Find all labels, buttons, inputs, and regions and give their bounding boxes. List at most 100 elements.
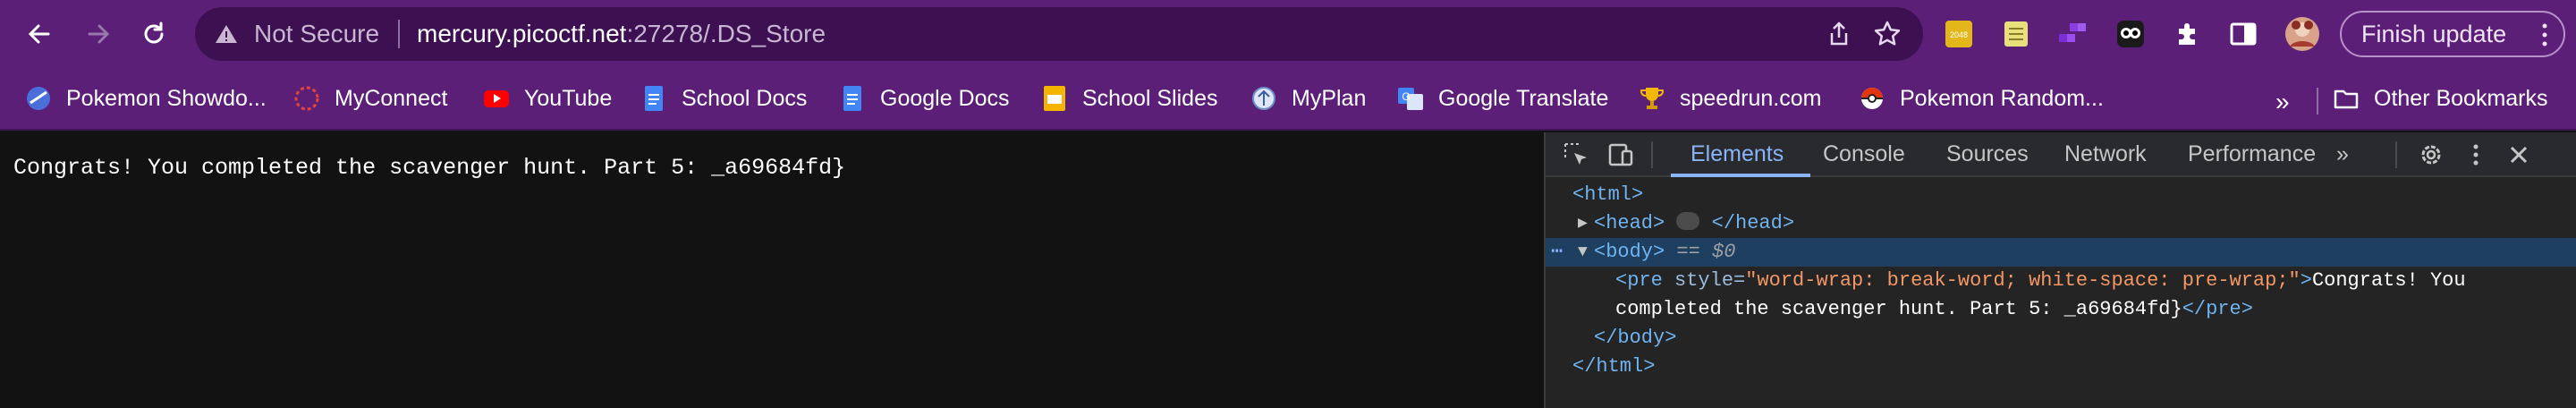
dom-node-head[interactable]: ▶ <head> </head> [1546, 209, 2576, 238]
devtools-tab-divider [2395, 141, 2397, 168]
bookmark-label: Pokemon Showdo... [66, 85, 267, 111]
head-node-line: <head> </head> [1594, 209, 1794, 238]
arrow-left-icon [28, 24, 50, 44]
avatar[interactable] [2284, 16, 2320, 52]
close-icon[interactable] [2504, 140, 2533, 169]
body-open-tag: <body> [1594, 241, 1665, 263]
bookmark-label: speedrun.com [1680, 85, 1822, 111]
bookmark-pokemon-random[interactable]: Pokemon Random... [1859, 82, 2104, 115]
dom-node-html-close[interactable]: </html> [1546, 353, 2576, 381]
myplan-icon [1252, 87, 1275, 110]
bookmark-label: YouTube [524, 85, 613, 111]
extension-owl-icon[interactable] [2116, 20, 2145, 48]
attr-equals: = [1733, 269, 1746, 292]
page-content: Congrats! You completed the scavenger hu… [0, 132, 1544, 408]
bookmark-school-docs[interactable]: School Docs [640, 82, 807, 115]
pre-open-tag: <pre [1615, 269, 1663, 292]
bookmark-school-slides[interactable]: School Slides [1041, 82, 1217, 115]
dom-node-pre-continued[interactable]: completed the scavenger hunt. Part 5: _a… [1546, 295, 2576, 324]
finish-update-label: Finish update [2361, 20, 2507, 47]
url-host: mercury.picoctf.net [417, 20, 627, 47]
extension-2048-icon[interactable]: 2048 [1945, 20, 1973, 48]
html-close-tag: </html> [1572, 355, 1656, 378]
dom-node-body-close[interactable]: </body> [1546, 324, 2576, 353]
extension-notes-icon[interactable] [2002, 20, 2030, 48]
dom-node-html[interactable]: <html> [1546, 181, 2576, 209]
bookmark-label: Google Docs [880, 85, 1010, 111]
collapse-triangle-icon[interactable]: ▼ [1578, 238, 1588, 267]
bookmark-speedrun[interactable]: speedrun.com [1639, 82, 1821, 115]
bookmark-label: MyPlan [1292, 85, 1367, 111]
gear-icon[interactable] [2417, 140, 2445, 169]
bookmarks-divider [2317, 88, 2318, 115]
devtools-tabbar: Elements Console Sources Network Perform… [1546, 132, 2576, 177]
html-open-tag: <html> [1572, 183, 1644, 206]
folder-icon [2334, 89, 2359, 109]
head-open-tag: <head> [1594, 212, 1665, 234]
svg-text:2048: 2048 [1950, 30, 1968, 39]
page-text: Congrats! You completed the scavenger hu… [13, 155, 846, 181]
devtools-panel: Elements Console Sources Network Perform… [1544, 132, 2576, 408]
more-tabs-button[interactable]: » [2336, 141, 2349, 167]
selected-node-marker: == $0 [1676, 241, 1736, 263]
trophy-icon [1640, 88, 1665, 109]
body-close-tag: </body> [1594, 327, 1677, 349]
tab-elements[interactable]: Elements [1690, 141, 1784, 167]
extensions-puzzle-icon[interactable] [2174, 20, 2202, 48]
extension-tetris-icon[interactable] [2057, 20, 2086, 48]
bookmark-label: School Slides [1082, 85, 1218, 111]
browser-window: Not Secure mercury.picoctf.net:27278/.DS… [0, 0, 2576, 408]
forward-button[interactable] [79, 14, 118, 54]
devtools-tab-divider [1651, 141, 1653, 168]
bookmark-youtube[interactable]: YouTube [483, 82, 612, 115]
tab-sources[interactable]: Sources [1946, 141, 2029, 167]
inspect-element-icon[interactable] [1562, 140, 1590, 169]
tab-performance[interactable]: Performance [2188, 141, 2316, 167]
bookmark-star-icon[interactable] [1873, 20, 1902, 48]
dom-node-pre[interactable]: <pre style="word-wrap: break-word; white… [1546, 267, 2576, 295]
url-text[interactable]: mercury.picoctf.net:27278/.DS_Store [417, 21, 826, 47]
bookmarks-overflow-button[interactable]: » [2275, 88, 2290, 116]
pre-attr-name: style [1674, 269, 1734, 292]
active-tab-indicator [1671, 174, 1810, 177]
bookmarks-bar: Pokemon Showdo... MyConnect YouTube Scho… [0, 68, 2576, 131]
google-translate-icon: G [1398, 88, 1423, 110]
head-close-tag: </head> [1711, 212, 1795, 234]
google-slides-icon [1044, 86, 1065, 111]
side-panel-icon[interactable] [2229, 20, 2258, 48]
omnibox-divider [398, 20, 400, 48]
pre-open-bracket: > [2300, 269, 2312, 292]
bookmark-label: MyConnect [335, 85, 448, 111]
security-status[interactable]: Not Secure [254, 21, 379, 47]
expand-triangle-icon[interactable]: ▶ [1578, 209, 1588, 238]
google-docs-icon [645, 86, 663, 111]
myconnect-icon [294, 86, 319, 111]
back-button[interactable] [20, 14, 59, 54]
bookmark-label: Pokemon Random... [1900, 85, 2104, 111]
address-bar[interactable]: Not Secure mercury.picoctf.net:27278/.DS… [195, 7, 1923, 61]
google-docs-icon [843, 86, 861, 111]
finish-update-button[interactable]: Finish update [2340, 11, 2565, 57]
bookmark-google-translate[interactable]: G Google Translate [1397, 82, 1608, 115]
more-vert-icon [2542, 23, 2547, 47]
bookmark-myplan[interactable]: MyPlan [1250, 82, 1366, 115]
bookmark-myconnect[interactable]: MyConnect [293, 82, 447, 115]
collapsed-ellipsis[interactable] [1676, 212, 1700, 231]
bookmark-pokemon-showdown[interactable]: Pokemon Showdo... [25, 82, 267, 115]
dom-node-body-selected[interactable]: ⋯ ▼ <body> == $0 [1546, 238, 2576, 267]
bookmark-google-docs[interactable]: Google Docs [839, 82, 1010, 115]
node-actions-icon[interactable]: ⋯ [1551, 238, 1563, 267]
reload-button[interactable] [134, 14, 174, 54]
device-toggle-icon[interactable] [1606, 140, 1635, 169]
url-path: :27278/.DS_Store [626, 20, 826, 47]
other-bookmarks-label: Other Bookmarks [2374, 85, 2548, 111]
more-vert-icon[interactable] [2462, 140, 2490, 169]
other-bookmarks-folder[interactable]: Other Bookmarks [2333, 82, 2548, 115]
pre-close-tag: </pre> [2182, 298, 2253, 320]
svg-text:G: G [1402, 90, 1410, 103]
tab-console[interactable]: Console [1823, 141, 1905, 167]
pre-node-line: <pre style="word-wrap: break-word; white… [1615, 267, 2466, 295]
pre-text-line-1: Congrats! You [2311, 269, 2466, 292]
tab-network[interactable]: Network [2064, 141, 2147, 167]
share-icon[interactable] [1825, 20, 1853, 48]
